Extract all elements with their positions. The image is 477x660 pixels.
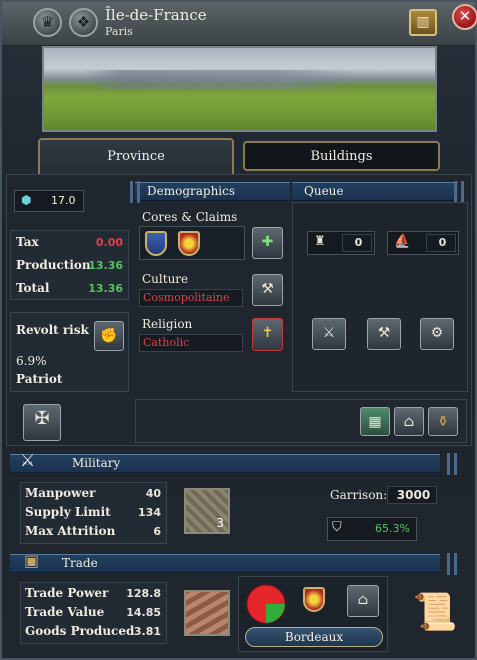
tax-value: 0.00	[95, 236, 123, 249]
military-stats-panel: Manpower 40 Supply Limit 134 Max Attriti…	[20, 482, 167, 544]
hammers-icon[interactable]: ⚒	[367, 318, 401, 350]
tab-province[interactable]: Province	[38, 138, 234, 174]
development-icon: ⬢	[21, 193, 32, 207]
goods-produced-value: 3.81	[133, 625, 161, 638]
revolt-risk-value: 6.9%	[16, 354, 47, 368]
crest-icon[interactable]: ♛	[33, 8, 62, 37]
trade-node-panel: ⌂ Bordeaux	[238, 576, 388, 652]
trade-header: Trade	[10, 554, 440, 573]
production-value: 13.36	[88, 259, 123, 272]
trade-value-value: 14.85	[126, 606, 161, 619]
development-box[interactable]: ⬢ 17.0	[14, 190, 84, 212]
fort-progress-box: ⛉ 65.3%	[327, 517, 417, 541]
province-landscape-image	[42, 46, 437, 132]
claim-shield-icon[interactable]	[178, 231, 200, 256]
queue-panel: ♜ 0 ⛵ 0 ⚔ ⚒ ⚙	[292, 202, 468, 392]
goods-icon[interactable]: ⚱	[428, 407, 458, 436]
tax-label: Tax	[16, 235, 39, 249]
naval-units-count: 0	[426, 234, 456, 252]
economy-panel: Tax 0.00 Production 13.36 Total 13.36	[10, 230, 129, 300]
revolt-risk-label: Revolt risk	[16, 323, 89, 337]
trade-stats-panel: Trade Power 128.8 Trade Value 14.85 Good…	[20, 582, 167, 644]
garrison-label: Garrison:	[330, 488, 388, 502]
swords-icon[interactable]: ⚔	[312, 318, 346, 350]
queue-header: Queue	[292, 182, 458, 201]
manpower-value: 40	[145, 487, 161, 500]
development-value: 17.0	[51, 194, 76, 207]
convert-culture-icon[interactable]: ⚒	[252, 274, 283, 306]
ledger-icon[interactable]: ▥	[409, 9, 437, 36]
fort-progress-value: 65.3%	[375, 522, 410, 535]
eagle-plus-icon[interactable]: ✠	[23, 404, 61, 441]
estate-icon[interactable]: ⌂	[394, 407, 424, 436]
manpower-label: Manpower	[25, 486, 96, 500]
close-icon[interactable]: ✕	[452, 4, 477, 30]
catholic-cross-icon[interactable]: ✝	[252, 318, 283, 351]
land-units-count: 0	[342, 234, 372, 252]
fist-icon[interactable]: ✊	[94, 321, 124, 351]
cores-box	[139, 226, 245, 260]
crossed-swords-icon: ⚔	[20, 451, 36, 471]
trade-good-icon[interactable]	[184, 590, 230, 636]
fort-shield-icon: ⛉	[332, 520, 342, 535]
total-value: 13.36	[88, 282, 123, 295]
demographics-header: Demographics	[135, 182, 290, 201]
land-recruit-box[interactable]: ♜ 0	[307, 231, 375, 255]
religion-value: Catholic	[139, 334, 243, 352]
merchant-icon[interactable]: ⌂	[347, 585, 379, 617]
trade-node-button[interactable]: Bordeaux	[245, 627, 383, 647]
naval-recruit-box[interactable]: ⛵ 0	[387, 231, 459, 255]
supply-limit-value: 134	[138, 506, 161, 519]
trade-owner-shield-icon[interactable]	[303, 587, 325, 612]
culture-value: Cosmopolitaine	[139, 289, 243, 307]
fort-level: 3	[216, 516, 224, 530]
trade-value-label: Trade Value	[25, 605, 105, 619]
capital-name: Paris	[105, 25, 133, 38]
total-label: Total	[16, 281, 50, 295]
province-window: ♛ ❖ Île-de-France Paris ▥ ✕ Province Bui…	[0, 0, 477, 660]
culture-label: Culture	[142, 272, 189, 286]
country-icon[interactable]: ❖	[69, 8, 98, 37]
trade-crate-icon: ▣	[24, 551, 40, 570]
add-core-icon[interactable]: ✚	[252, 227, 283, 259]
fort-icon[interactable]: 3	[184, 488, 230, 534]
soldiers-icon: ♜	[314, 234, 326, 249]
trade-share-pie[interactable]	[245, 583, 287, 625]
rebel-faction: Patriot	[16, 372, 63, 386]
religion-label: Religion	[142, 317, 193, 331]
garrison-value: 3000	[387, 486, 437, 504]
max-attrition-label: Max Attrition	[25, 524, 116, 538]
window-header: ♛ ❖ Île-de-France Paris ▥ ✕	[2, 2, 477, 46]
trade-map-scroll-icon[interactable]: 📜	[410, 588, 460, 638]
trade-power-value: 128.8	[126, 587, 161, 600]
supply-limit-label: Supply Limit	[25, 505, 111, 519]
military-header: Military	[10, 454, 440, 473]
core-shield-icon[interactable]	[145, 231, 167, 256]
max-attrition-value: 6	[153, 525, 161, 538]
province-name: Île-de-France	[105, 6, 207, 24]
cores-claims-label: Cores & Claims	[142, 210, 238, 224]
map-mode-icon[interactable]: ▦	[360, 407, 390, 436]
builder-icon[interactable]: ⚙	[420, 318, 454, 350]
ship-icon: ⛵	[394, 234, 411, 249]
modifiers-panel: ▦ ⌂ ⚱	[135, 399, 467, 443]
tab-buildings[interactable]: Buildings	[243, 141, 440, 171]
revolt-panel: Revolt risk ✊ 6.9% Patriot	[10, 312, 129, 392]
trade-power-label: Trade Power	[25, 586, 109, 600]
